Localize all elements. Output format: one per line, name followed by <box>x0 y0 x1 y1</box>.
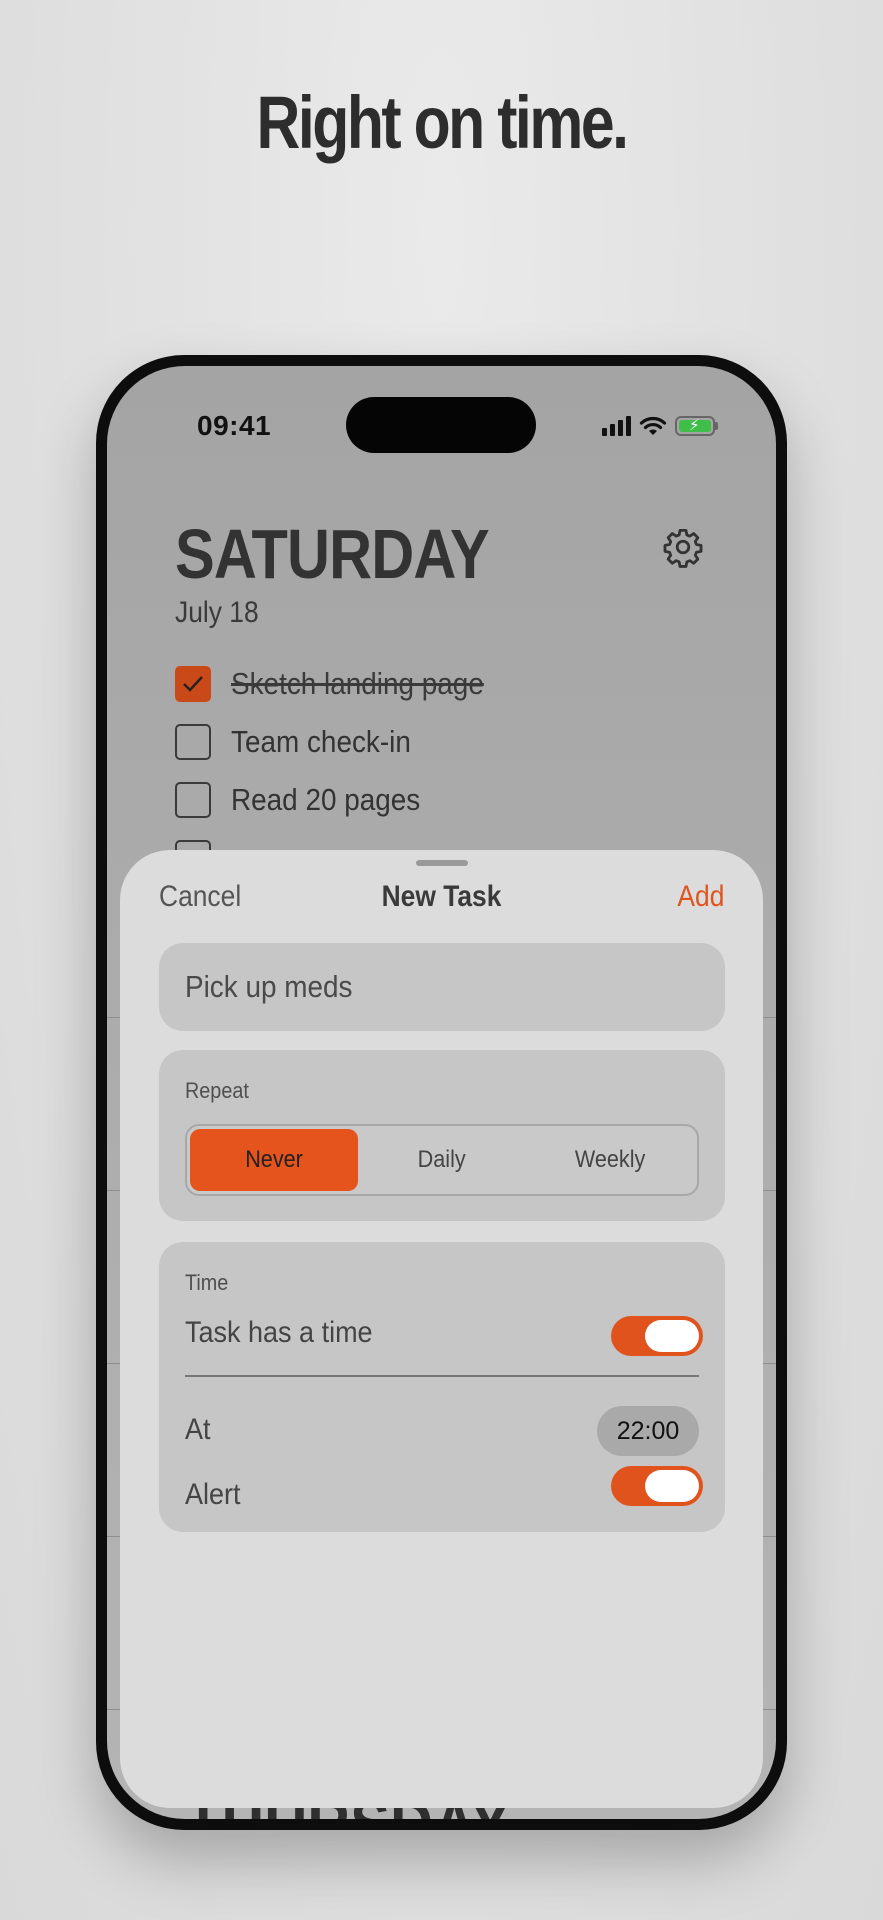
segment-daily[interactable]: Daily <box>358 1129 526 1191</box>
dynamic-island <box>346 397 536 453</box>
task-item[interactable]: Sketch landing page <box>175 666 512 702</box>
task-label: Read 20 pages <box>231 782 421 817</box>
segment-never[interactable]: Never <box>190 1129 358 1191</box>
alert-toggle[interactable] <box>611 1466 703 1506</box>
task-item[interactable]: Team check-in <box>175 724 431 760</box>
day-title: SATURDAY <box>175 515 490 593</box>
phone-screen: 09:41 ⚡ SATURDAY July 18 Sketch landing … <box>107 366 776 1819</box>
repeat-segmented-control[interactable]: Never Daily Weekly <box>185 1124 699 1196</box>
cancel-button[interactable]: Cancel <box>159 880 241 914</box>
phone-frame: 09:41 ⚡ SATURDAY July 18 Sketch landing … <box>96 355 787 1830</box>
checkbox-checked[interactable] <box>175 666 211 702</box>
gear-icon[interactable] <box>662 526 704 568</box>
sheet-title: New Task <box>381 880 502 913</box>
segment-weekly[interactable]: Weekly <box>526 1129 694 1191</box>
battery-charging-icon: ⚡ <box>675 416 715 436</box>
task-item[interactable]: Read 20 pages <box>175 782 441 818</box>
time-card: Time Task has a time At 22:00 Alert <box>159 1242 725 1532</box>
sheet-grabber[interactable] <box>416 860 468 866</box>
wifi-icon <box>639 416 667 435</box>
has-time-toggle[interactable] <box>611 1316 703 1356</box>
sheet-header: New Task Cancel Add <box>120 880 763 926</box>
has-time-label: Task has a time <box>185 1316 373 1349</box>
checkmark-icon <box>183 676 203 692</box>
task-name-field[interactable]: Pick up meds <box>159 943 725 1031</box>
time-picker-button[interactable]: 22:00 <box>597 1406 699 1456</box>
at-label: At <box>185 1413 211 1446</box>
headline: Right on time. <box>256 81 629 164</box>
divider <box>185 1375 699 1377</box>
checkbox[interactable] <box>175 782 211 818</box>
task-name-value: Pick up meds <box>185 969 353 1004</box>
task-label: Sketch landing page <box>231 666 484 701</box>
status-icons: ⚡ <box>602 415 718 437</box>
status-time: 09:41 <box>197 410 272 441</box>
cellular-signal-icon <box>602 416 631 436</box>
repeat-label: Repeat <box>185 1078 249 1103</box>
time-section-label: Time <box>185 1270 229 1295</box>
status-bar: 09:41 ⚡ <box>107 366 776 466</box>
checkbox[interactable] <box>175 724 211 760</box>
task-label: Team check-in <box>231 724 411 759</box>
repeat-card: Repeat Never Daily Weekly <box>159 1050 725 1221</box>
date-label: July 18 <box>175 596 259 629</box>
new-task-sheet: New Task Cancel Add Pick up meds Repeat … <box>120 850 763 1808</box>
add-button[interactable]: Add <box>677 880 724 914</box>
alert-label: Alert <box>185 1478 241 1511</box>
